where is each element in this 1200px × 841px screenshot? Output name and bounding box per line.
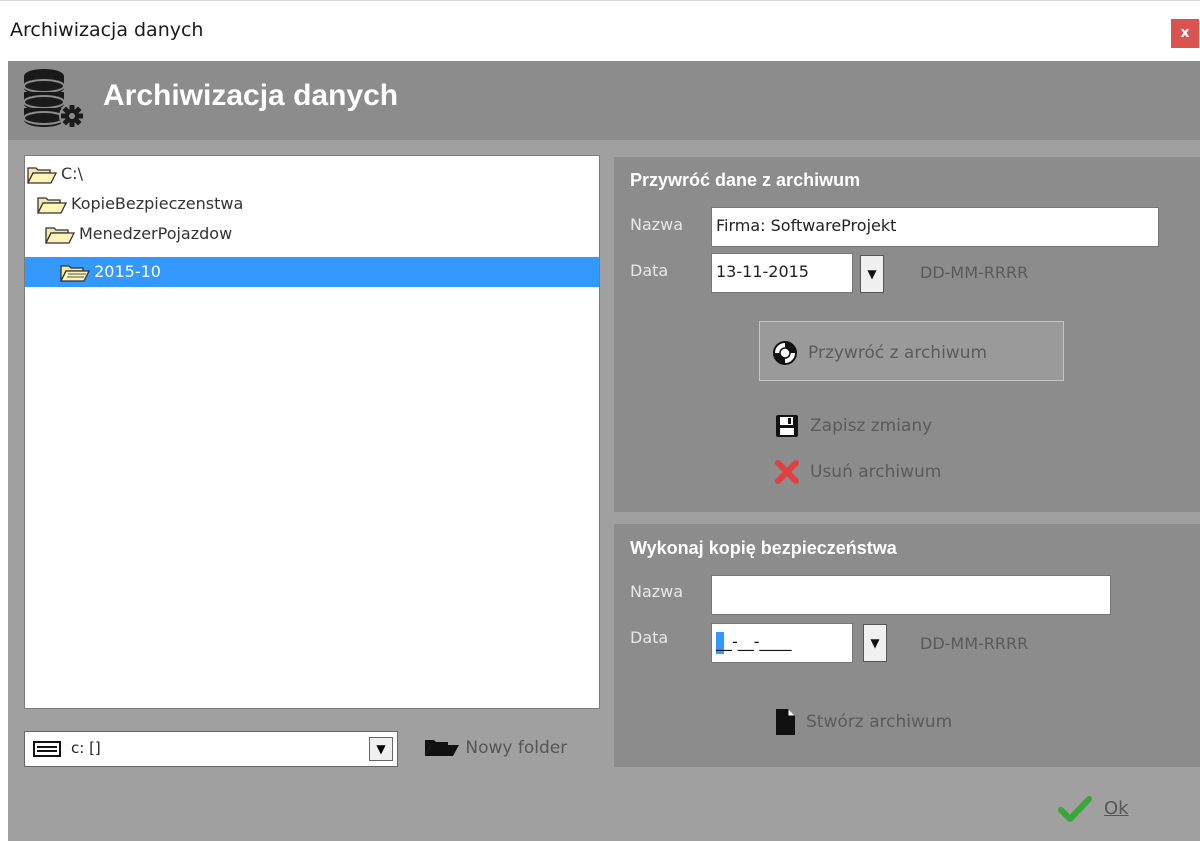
- file-icon: [776, 709, 795, 735]
- backup-panel: Wykonaj kopię bezpieczeństwa Nazwa Data …: [614, 524, 1200, 767]
- restore-name-label: Nazwa: [630, 215, 684, 234]
- save-changes-button[interactable]: Zapisz zmiany: [774, 413, 932, 439]
- delete-archive-label: Usuń archiwum: [810, 462, 942, 482]
- dialog-body: C:\ KopieBezpieczenstwa MenedzerPojazdow…: [8, 140, 1200, 841]
- tree-item-label: MenedzerPojazdow: [79, 224, 233, 243]
- delete-archive-button[interactable]: Usuń archiwum: [774, 459, 941, 485]
- backup-date-format: DD-MM-RRRR: [920, 634, 1029, 653]
- backup-date-label: Data: [630, 628, 669, 647]
- create-archive-button[interactable]: Stwórz archiwum: [774, 708, 952, 736]
- folder-open-icon: [36, 196, 68, 214]
- chevron-down-icon[interactable]: ▼: [369, 737, 393, 761]
- database-gear-icon: [20, 66, 90, 132]
- restore-panel: Przywróć dane z archiwum Nazwa Firma: So…: [614, 157, 1200, 512]
- tree-item-label: C:\: [61, 164, 83, 183]
- restore-date-input[interactable]: 13-11-2015: [711, 253, 853, 293]
- restore-name-input[interactable]: Firma: SoftwareProjekt: [711, 207, 1159, 247]
- folder-tree[interactable]: C:\ KopieBezpieczenstwa MenedzerPojazdow…: [24, 155, 600, 709]
- backup-date-input[interactable]: __-__-____: [711, 623, 853, 663]
- chevron-down-icon[interactable]: ▼: [860, 255, 884, 293]
- save-changes-label: Zapisz zmiany: [810, 416, 933, 436]
- new-folder-button[interactable]: Nowy folder: [424, 738, 567, 758]
- drive-select-value: c: []: [71, 739, 101, 757]
- backup-panel-title: Wykonaj kopię bezpieczeństwa: [630, 538, 897, 558]
- save-icon: [776, 415, 798, 437]
- backup-name-label: Nazwa: [630, 582, 684, 601]
- lifebuoy-icon: [773, 341, 797, 365]
- window-title: Archiwizacja danych: [10, 19, 204, 41]
- drive-select[interactable]: c: [] ▼: [24, 731, 398, 767]
- create-archive-label: Stwórz archiwum: [806, 712, 953, 732]
- chevron-down-icon[interactable]: ▼: [863, 624, 887, 662]
- dialog-heading: Archiwizacja danych: [103, 79, 399, 112]
- new-folder-label: Nowy folder: [465, 738, 568, 758]
- drive-icon: [33, 741, 61, 757]
- close-button[interactable]: x: [1171, 19, 1199, 48]
- backup-name-input[interactable]: [711, 575, 1111, 615]
- restore-date-format: DD-MM-RRRR: [920, 263, 1029, 282]
- restore-button-label: Przywróć z archiwum: [808, 343, 988, 363]
- folder-open-icon: [44, 226, 76, 244]
- checkmark-icon: [1058, 796, 1092, 822]
- delete-x-icon: [775, 460, 799, 484]
- backup-date-value: __-__-____: [716, 632, 792, 651]
- folder-open-icon: [26, 166, 58, 184]
- tree-item-label: 2015-10: [94, 262, 161, 281]
- folder-open-icon: [60, 264, 91, 282]
- tree-item-2015-10[interactable]: 2015-10: [25, 257, 599, 287]
- restore-panel-title: Przywróć dane z archiwum: [630, 170, 861, 190]
- tree-item-label: KopieBezpieczenstwa: [71, 194, 244, 213]
- restore-from-archive-button[interactable]: Przywróć z archiwum: [759, 321, 1064, 381]
- ok-label: Ok: [1104, 798, 1129, 819]
- tree-item-menedzer[interactable]: MenedzerPojazdow: [44, 222, 233, 246]
- header-banner: Archiwizacja danych: [8, 61, 1200, 140]
- tree-item-root[interactable]: C:\: [26, 162, 83, 186]
- tree-item-kopie[interactable]: KopieBezpieczenstwa: [36, 192, 244, 216]
- ok-button[interactable]: Ok: [1058, 795, 1129, 823]
- folder-open-icon: [425, 740, 459, 756]
- window-titlebar: Archiwizacja danych x: [0, 0, 1200, 61]
- restore-date-label: Data: [630, 261, 669, 280]
